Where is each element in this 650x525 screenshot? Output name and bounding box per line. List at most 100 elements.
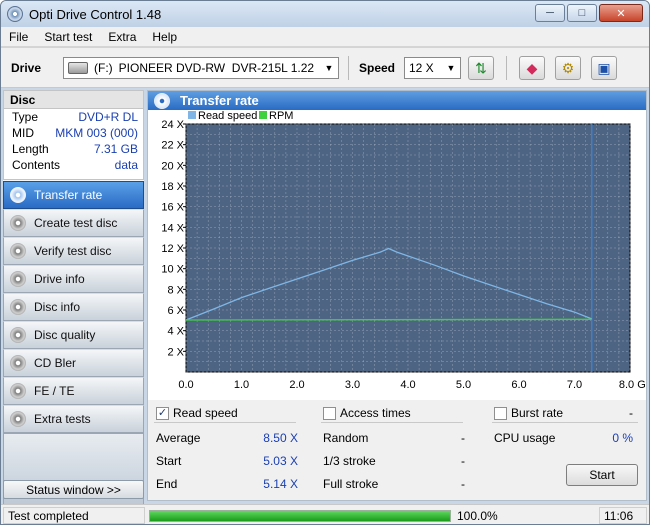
- transfer-rate-chart: Read speed RPM 2 X 4 X 6 X 8 X 10 X 12 X 14 X 16 …: [148, 110, 649, 400]
- disc-icon: [10, 411, 26, 427]
- disc-icon: [10, 271, 26, 287]
- nav-disc-info[interactable]: Disc info: [3, 293, 144, 321]
- nav-create-test-disc[interactable]: Create test disc: [3, 209, 144, 237]
- y-tick-label: 16 X: [161, 202, 184, 214]
- burst-rate-value: -: [629, 406, 633, 420]
- progress-fill: [150, 511, 450, 521]
- menu-file[interactable]: File: [1, 30, 36, 44]
- series-rpm-line: [185, 318, 592, 321]
- eraser-icon[interactable]: ◆: [519, 56, 545, 80]
- start-value: 5.03 X: [263, 454, 298, 468]
- nav-label: Extra tests: [34, 412, 91, 426]
- status-window-button[interactable]: Status window >>: [3, 480, 144, 499]
- chevron-down-icon[interactable]: ▼: [442, 58, 460, 78]
- speed-value: 12 X: [409, 61, 434, 75]
- nav-disc-quality[interactable]: Disc quality: [3, 321, 144, 349]
- x-tick-label: 2.0: [289, 379, 304, 391]
- nav-label: Verify test disc: [34, 244, 112, 258]
- drive-select[interactable]: (F:) PIONEER DVD-RW DVR-215L 1.22 ▼: [63, 57, 339, 79]
- cpu-usage-value: 0 %: [612, 431, 633, 445]
- access-times-option[interactable]: Access times: [323, 406, 411, 420]
- y-tick-label: 10 X: [161, 264, 184, 276]
- refresh-icon[interactable]: ⇅: [468, 56, 494, 80]
- panel-header: Transfer rate: [148, 91, 646, 110]
- test-nav: Transfer rate Create test disc Verify te…: [3, 181, 144, 515]
- disc-row-contents: Contents data: [4, 157, 143, 173]
- nav-transfer-rate[interactable]: Transfer rate: [3, 181, 144, 209]
- end-value: 5.14 X: [263, 477, 298, 491]
- nav-label: Drive info: [34, 272, 85, 286]
- burst-rate-label: Burst rate: [511, 406, 564, 420]
- legend-label-read-speed: Read speed: [198, 110, 257, 122]
- status-bar: Test completed 100.0% 11:06: [1, 504, 649, 524]
- x-tick-label: 8.0 GB: [619, 379, 646, 391]
- stats-panel: ✓ Read speed Access times Burst rate - A…: [148, 400, 646, 500]
- disc-type-value: DVD+R DL: [78, 110, 138, 124]
- access-times-checkbox[interactable]: [323, 406, 336, 420]
- disc-header: Disc: [4, 91, 143, 109]
- nav-cd-bler[interactable]: CD Bler: [3, 349, 144, 377]
- x-tick-label: 5.0: [456, 379, 471, 391]
- y-tick-label: 22 X: [161, 140, 184, 152]
- maximize-button[interactable]: □: [567, 4, 597, 22]
- disc-info-panel: Disc Type DVD+R DL MID MKM 003 (000) Len…: [3, 90, 144, 180]
- burst-rate-option[interactable]: Burst rate: [494, 406, 563, 420]
- nav-fe-te[interactable]: FE / TE: [3, 377, 144, 405]
- settings-chip-icon[interactable]: ⚙: [555, 56, 581, 80]
- save-icon[interactable]: ▣: [591, 56, 617, 80]
- close-button[interactable]: ✕: [599, 4, 643, 22]
- transfer-rate-panel: Transfer rate Read speed RPM 2 X 4 X 6 X 8 X 1…: [147, 90, 649, 501]
- x-tick-label: 3.0: [345, 379, 360, 391]
- nav-drive-info[interactable]: Drive info: [3, 265, 144, 293]
- random-label: Random: [323, 431, 369, 445]
- menu-extra[interactable]: Extra: [100, 30, 144, 44]
- speed-select[interactable]: 12 X ▼: [404, 57, 461, 79]
- sidebar: Disc Type DVD+R DL MID MKM 003 (000) Len…: [3, 90, 144, 515]
- full-stroke-label: Full stroke: [323, 477, 379, 491]
- disc-row-mid: MID MKM 003 (000): [4, 125, 143, 141]
- nav-label: Disc info: [34, 300, 81, 314]
- disc-row-type: Type DVD+R DL: [4, 109, 143, 125]
- read-speed-checkbox[interactable]: ✓: [156, 406, 169, 420]
- chart-svg: Read speed RPM 2 X 4 X 6 X 8 X 10 X 12 X 14 X 16 …: [161, 110, 649, 391]
- nav-label: Disc quality: [34, 328, 96, 342]
- menu-help[interactable]: Help: [144, 30, 185, 44]
- nav-extra-tests[interactable]: Extra tests: [3, 405, 144, 433]
- disc-row-length: Length 7.31 GB: [4, 141, 143, 157]
- disc-type-label: Type: [12, 110, 39, 124]
- disc-length-value: 7.31 GB: [93, 142, 138, 156]
- random-value: -: [461, 431, 465, 445]
- access-times-label: Access times: [340, 406, 411, 420]
- x-tick-label: 7.0: [567, 379, 582, 391]
- y-tick-label: 14 X: [161, 222, 184, 234]
- legend-swatch-rpm: [259, 111, 267, 119]
- y-tick-label: 20 X: [161, 160, 184, 172]
- nav-verify-test-disc[interactable]: Verify test disc: [3, 237, 144, 265]
- disc-icon: [10, 215, 26, 231]
- nav-label: FE / TE: [34, 384, 75, 398]
- disc-length-label: Length: [12, 142, 49, 156]
- y-tick-label: 6 X: [167, 305, 184, 317]
- title-bar: Opti Drive Control 1.48 ─ □ ✕: [1, 1, 649, 27]
- disc-contents-label: Contents: [12, 158, 61, 172]
- y-tick-label: 2 X: [167, 346, 184, 358]
- burst-rate-checkbox[interactable]: [494, 406, 507, 420]
- third-stroke-label: 1/3 stroke: [323, 454, 376, 468]
- start-button[interactable]: Start: [566, 464, 638, 486]
- toolbar-divider: [506, 56, 507, 80]
- disc-mid-label: MID: [12, 126, 34, 140]
- progress-percent: 100.0%: [457, 508, 498, 523]
- y-tick-label: 12 X: [161, 243, 184, 255]
- menu-start-test[interactable]: Start test: [36, 30, 100, 44]
- disc-contents-value: data: [114, 158, 138, 172]
- toolbar: Drive (F:) PIONEER DVD-RW DVR-215L 1.22 …: [1, 48, 649, 88]
- speed-label: Speed: [359, 61, 396, 75]
- chevron-down-icon[interactable]: ▼: [320, 58, 338, 78]
- nav-label: Create test disc: [34, 216, 118, 230]
- divider: [154, 422, 296, 423]
- read-speed-option[interactable]: ✓ Read speed: [156, 406, 238, 420]
- minimize-button[interactable]: ─: [535, 4, 565, 22]
- y-tick-label: 24 X: [161, 119, 184, 131]
- start-label: Start: [156, 454, 182, 468]
- panel-title: Transfer rate: [180, 93, 259, 108]
